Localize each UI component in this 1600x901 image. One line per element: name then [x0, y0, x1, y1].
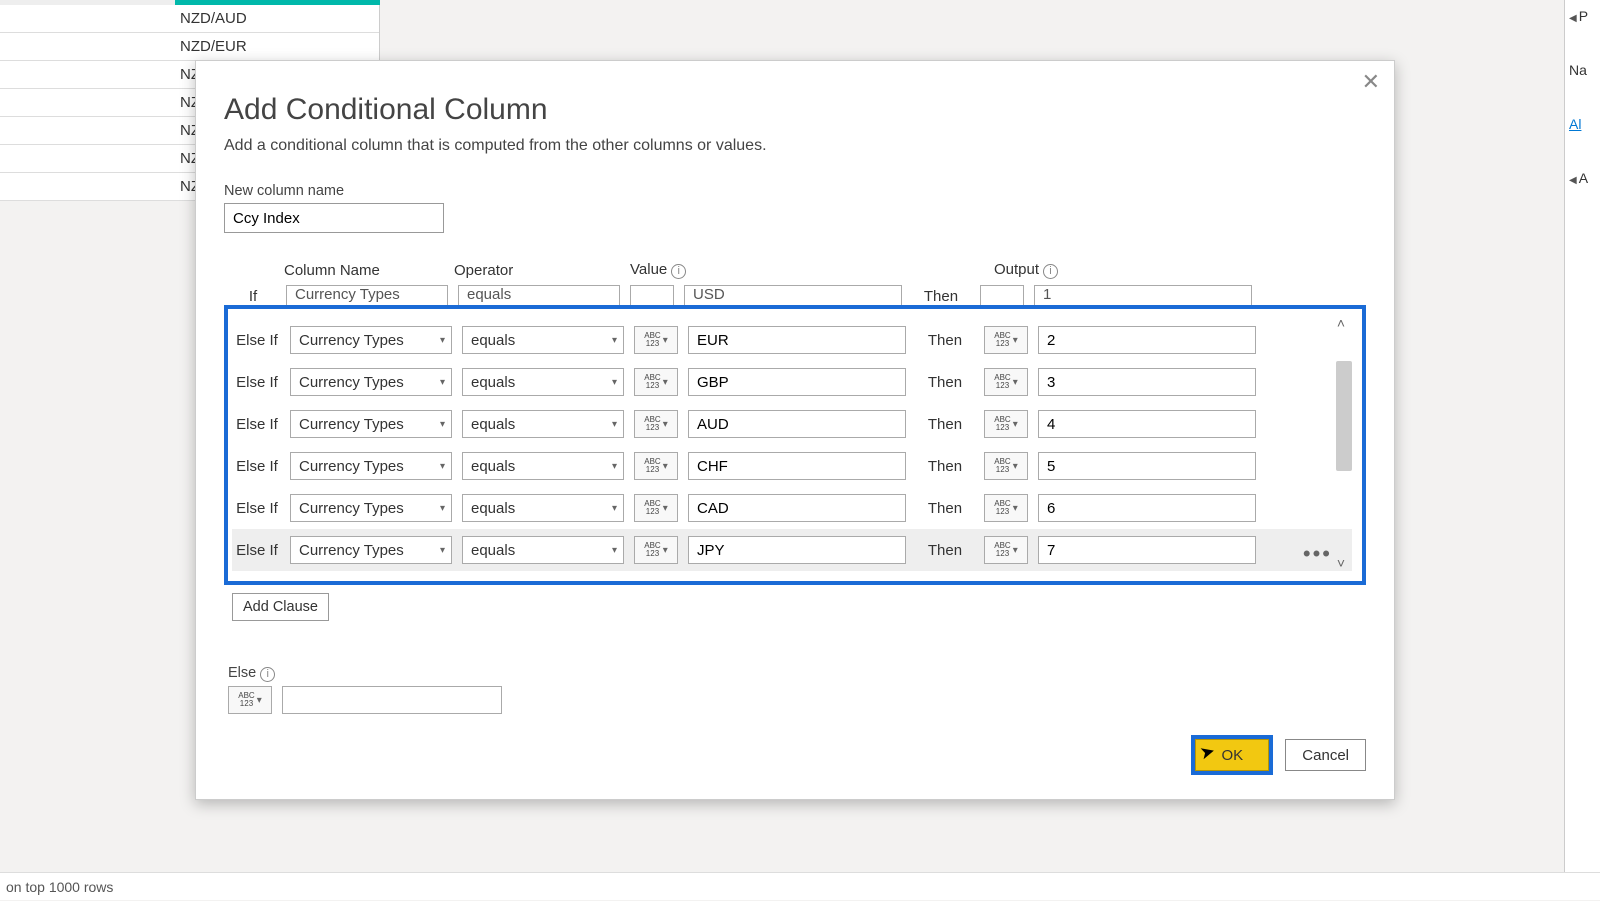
scrollbar-thumb[interactable] [1336, 361, 1352, 471]
column-dropdown[interactable]: Currency Types▾ [290, 410, 452, 438]
rule-row: Else If Currency Types▾ equals▾ ABC123▾ Then… [232, 529, 1352, 571]
else-type-dropdown[interactable]: ABC123▾ [228, 686, 272, 714]
column-dropdown[interactable]: Currency Types▾ [290, 452, 452, 480]
dialog-subtitle: Add a conditional column that is compute… [224, 137, 1366, 155]
rule-row: Else If Currency Types▾ equals▾ ABC123▾ Then… [232, 361, 1352, 403]
right-properties-panel: ◀P Na Al ◀A [1564, 0, 1600, 900]
then-label: Then [916, 500, 974, 517]
panel-link[interactable]: Al [1569, 116, 1581, 132]
value-type-dropdown[interactable]: ABC123▾ [634, 536, 678, 564]
rule-label: Else If [234, 332, 280, 349]
operator-dropdown[interactable]: equals▾ [462, 452, 624, 480]
value-input[interactable] [688, 326, 906, 354]
panel-label: Na [1569, 62, 1587, 78]
column-dropdown[interactable]: Currency Types▾ [290, 368, 452, 396]
value-input[interactable] [688, 452, 906, 480]
rule-row: Else If Currency Types▾ equals▾ ABC123▾ Then… [232, 319, 1352, 361]
header-operator: Operator [454, 262, 630, 279]
value-type-dropdown[interactable]: ABC123▾ [634, 326, 678, 354]
new-column-name-label: New column name [224, 183, 1366, 199]
column-dropdown[interactable]: Currency Types▾ [290, 536, 452, 564]
output-type-dropdown[interactable]: ABC123▾ [984, 494, 1028, 522]
output-input[interactable] [1038, 326, 1256, 354]
output-input[interactable] [1038, 410, 1256, 438]
output-type-dropdown[interactable]: ABC123▾ [984, 536, 1028, 564]
output-input[interactable] [1038, 452, 1256, 480]
rule-label: Else If [234, 416, 280, 433]
value-type-dropdown[interactable]: ABC123▾ [634, 452, 678, 480]
output-type-dropdown[interactable]: ABC123▾ [984, 368, 1028, 396]
header-value: Valuei [630, 261, 920, 279]
column-dropdown[interactable]: Currency Types▾ [290, 494, 452, 522]
add-clause-button[interactable]: Add Clause [232, 593, 329, 621]
then-label: Then [916, 458, 974, 475]
value-type-dropdown[interactable]: ABC123▾ [634, 494, 678, 522]
row-more-icon[interactable]: ••• [1303, 541, 1332, 567]
rule-label: Else If [234, 542, 280, 559]
value-input[interactable] [688, 410, 906, 438]
output-type-dropdown[interactable]: ABC123▾ [984, 452, 1028, 480]
info-icon[interactable]: i [260, 667, 275, 682]
table-cell[interactable]: NZD/AUD [0, 5, 379, 33]
output-input[interactable] [1038, 494, 1256, 522]
info-icon[interactable]: i [671, 264, 686, 279]
rules-highlight: ˄ ˅ Else If Currency Types▾ equals▾ ABC123▾… [224, 305, 1366, 585]
then-label: Then [916, 542, 974, 559]
table-cell[interactable]: NZD/EUR [0, 33, 379, 61]
cancel-button[interactable]: Cancel [1285, 739, 1366, 771]
operator-dropdown[interactable]: equals▾ [462, 326, 624, 354]
operator-dropdown[interactable]: equals▾ [462, 368, 624, 396]
column-dropdown[interactable]: Currency Types▾ [290, 326, 452, 354]
rule-label: Else If [234, 500, 280, 517]
value-input[interactable] [688, 494, 906, 522]
header-output: Outputi [994, 261, 1194, 279]
else-label: Elsei [228, 665, 1366, 682]
output-type-dropdown[interactable]: ABC123▾ [984, 326, 1028, 354]
value-type-dropdown[interactable]: ABC123▾ [634, 410, 678, 438]
output-input[interactable] [1038, 536, 1256, 564]
operator-dropdown[interactable]: equals▾ [462, 536, 624, 564]
operator-dropdown[interactable]: equals▾ [462, 494, 624, 522]
then-label: Then [916, 416, 974, 433]
then-label: Then [916, 332, 974, 349]
ok-button[interactable]: ➤ OK [1195, 739, 1269, 771]
value-input[interactable] [688, 536, 906, 564]
value-type-dropdown[interactable]: ABC123▾ [634, 368, 678, 396]
dialog-title: Add Conditional Column [224, 93, 1366, 127]
operator-dropdown[interactable]: equals▾ [462, 410, 624, 438]
close-icon[interactable]: ✕ [1362, 71, 1380, 93]
scroll-down-icon[interactable]: ˅ [1332, 555, 1350, 571]
then-label: Then [916, 374, 974, 391]
else-value-input[interactable] [282, 686, 502, 714]
info-icon[interactable]: i [1043, 264, 1058, 279]
panel-label: P [1579, 8, 1588, 24]
output-input[interactable] [1038, 368, 1256, 396]
new-column-name-input[interactable] [224, 203, 444, 233]
header-column-name: Column Name [284, 262, 454, 279]
rule-headers: Column Name Operator Valuei Outputi [224, 261, 1366, 279]
add-conditional-column-dialog: ✕ Add Conditional Column Add a condition… [195, 60, 1395, 800]
rule-row-stub: If Currency Types equals USD Then 1 [224, 285, 1366, 305]
output-type-dropdown[interactable]: ABC123▾ [984, 410, 1028, 438]
panel-label: A [1579, 170, 1588, 186]
rule-label: Else If [234, 374, 280, 391]
rule-label: Else If [234, 458, 280, 475]
rule-row: Else If Currency Types▾ equals▾ ABC123▾ Then… [232, 487, 1352, 529]
status-bar: on top 1000 rows [0, 872, 1600, 900]
status-text: on top 1000 rows [6, 879, 113, 895]
scroll-up-icon[interactable]: ˄ [1332, 315, 1350, 331]
cursor-icon: ➤ [1198, 740, 1218, 764]
value-input[interactable] [688, 368, 906, 396]
rule-row: Else If Currency Types▾ equals▾ ABC123▾ Then… [232, 403, 1352, 445]
rule-row: Else If Currency Types▾ equals▾ ABC123▾ Then… [232, 445, 1352, 487]
